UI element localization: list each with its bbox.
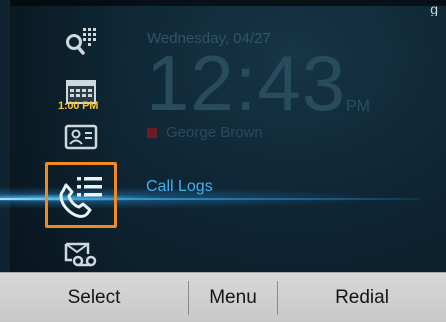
voicemail-icon[interactable] [64, 240, 98, 268]
user-name: George Brown [166, 124, 263, 141]
redial-softkey[interactable]: Redial [278, 273, 446, 322]
clock-ampm: PM [346, 98, 370, 115]
softkey-bar: Select Menu Redial [0, 272, 446, 322]
search-dialpad-icon[interactable] [64, 26, 100, 58]
clock-time: 12:43 [146, 39, 347, 127]
calendar-next-time: 1:00 PM [58, 100, 99, 112]
phone-screen: g 1:00 PM Call Logs Wednesday, 04/27 12:… [0, 0, 446, 322]
presence-indicator [147, 128, 157, 138]
menu-softkey[interactable]: Menu [189, 273, 277, 322]
contacts-icon[interactable] [64, 124, 98, 150]
menu-item-call-logs[interactable]: Call Logs [146, 178, 213, 196]
status-corner-text: g [430, 2, 438, 16]
selection-frame [45, 162, 117, 228]
select-softkey[interactable]: Select [0, 273, 188, 322]
